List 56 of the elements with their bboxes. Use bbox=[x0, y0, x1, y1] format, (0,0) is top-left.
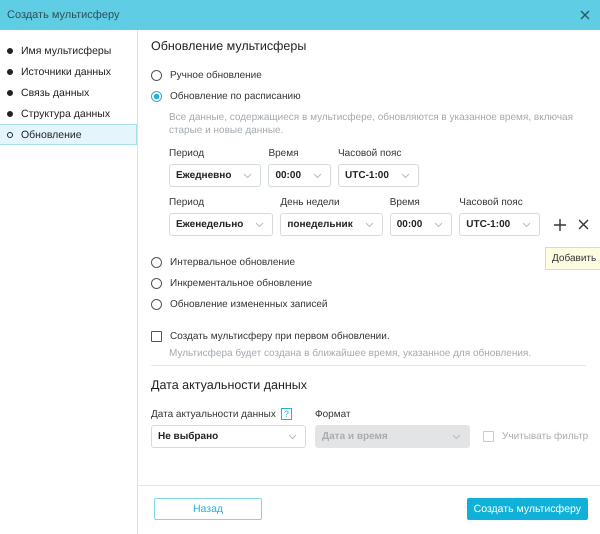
sidebar-item[interactable]: Источники данных bbox=[0, 61, 137, 82]
chevron-down-icon bbox=[313, 172, 322, 178]
dropdown[interactable]: понедельник bbox=[280, 213, 383, 236]
chevron-down-icon bbox=[400, 172, 410, 178]
field-label: Время bbox=[268, 148, 300, 159]
field-label: День недели bbox=[280, 197, 341, 208]
chevron-down-icon bbox=[364, 222, 374, 228]
add-icon[interactable] bbox=[554, 218, 566, 230]
chevron-down-icon bbox=[243, 172, 252, 178]
field-label: Формат bbox=[315, 409, 352, 420]
dropdown[interactable]: Еженедельно bbox=[169, 213, 274, 236]
field-label: Время bbox=[390, 197, 421, 208]
sidebar-item[interactable]: Имя мультисферы bbox=[0, 40, 137, 61]
dropdown[interactable]: UTC-1:00 bbox=[459, 213, 540, 236]
radio-label[interactable]: Обновление измененных записей bbox=[170, 299, 328, 310]
radio-label[interactable]: Обновление по расписанию bbox=[170, 91, 301, 102]
radio-button[interactable] bbox=[151, 257, 162, 268]
chevron-down-icon bbox=[288, 434, 297, 440]
hint-text: Мультисфера будет создана в ближайшее время, указанное для обновления. bbox=[168, 348, 532, 359]
step-label: Имя мультисферы bbox=[21, 44, 112, 56]
sidebar-item[interactable]: Обновление bbox=[0, 124, 137, 145]
field-label: Период bbox=[169, 197, 206, 208]
field-label: Дата актуальности данных bbox=[151, 408, 276, 420]
checkbox[interactable] bbox=[151, 331, 162, 342]
field-label: Период bbox=[169, 148, 206, 159]
window-title: Создать мультисферу bbox=[7, 9, 120, 21]
radio-label[interactable]: Интервальное обновление bbox=[170, 257, 296, 268]
tooltip: Добавить bbox=[545, 247, 600, 270]
close-icon[interactable] bbox=[578, 219, 590, 230]
chevron-down-icon bbox=[434, 222, 444, 228]
dropdown[interactable]: Не выбрано bbox=[151, 425, 306, 448]
step-label: Структура данных bbox=[21, 108, 110, 120]
chevron-down-icon bbox=[522, 222, 532, 228]
field-label: Часовой пояс bbox=[459, 197, 524, 208]
section-title: Обновление мультисферы bbox=[151, 39, 308, 53]
field-label: Часовой пояс bbox=[338, 148, 402, 159]
sidebar-item[interactable]: Связь данных bbox=[0, 82, 137, 103]
step-label: Обновление bbox=[21, 128, 82, 140]
sidebar-item[interactable]: Структура данных bbox=[0, 103, 137, 124]
radio-label[interactable]: Ручное обновление bbox=[170, 70, 262, 81]
dropdown[interactable]: 00:00 bbox=[390, 213, 452, 236]
step-label: Источники данных bbox=[21, 66, 111, 78]
dropdown[interactable]: UTC-1:00 bbox=[338, 164, 419, 187]
chevron-down-icon bbox=[255, 222, 264, 228]
radio-button[interactable] bbox=[151, 91, 162, 102]
radio-button[interactable] bbox=[151, 278, 162, 289]
checkbox-label[interactable]: Создать мультисферу при первом обновлении. bbox=[170, 331, 390, 342]
step-label: Связь данных bbox=[21, 86, 90, 98]
chevron-down-icon bbox=[452, 434, 461, 440]
radio-button[interactable] bbox=[151, 70, 162, 81]
description-text: Все данные, содержащиеся в мультисфере, обновляются в указанное время, включая старые и новые данные. bbox=[169, 111, 574, 137]
radio-button[interactable] bbox=[151, 299, 162, 310]
dropdown[interactable]: 00:00 bbox=[268, 164, 332, 187]
dropdown[interactable]: Ежедневно bbox=[169, 164, 262, 187]
radio-label[interactable]: Инкрементальное обновление bbox=[170, 278, 312, 289]
section-title: Дата актуальности данных bbox=[151, 378, 308, 392]
